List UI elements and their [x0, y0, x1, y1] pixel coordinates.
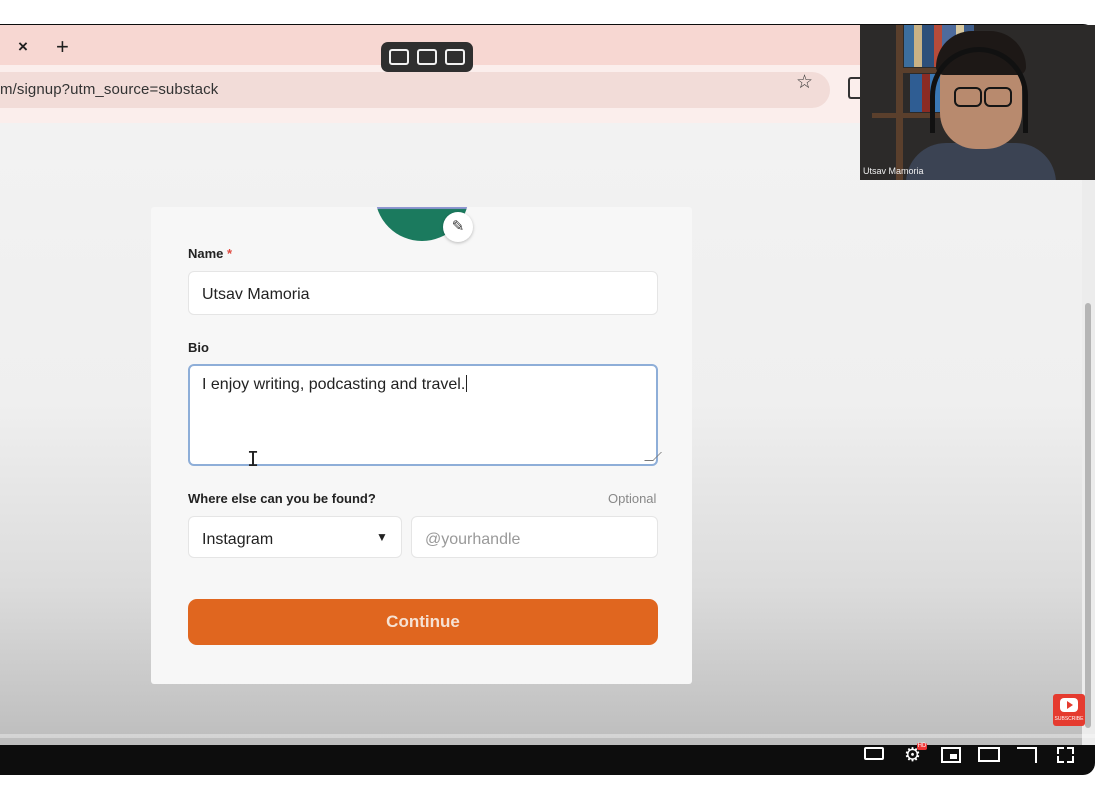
signup-card: ✎ Name * Utsav Mamoria Bio I enjoy writi…	[151, 207, 692, 684]
text-cursor-icon: I	[247, 447, 260, 471]
subscribe-label: SUBSCRIBE	[1054, 716, 1084, 722]
new-tab-button[interactable]: +	[56, 34, 69, 60]
handle-placeholder: @yourhandle	[425, 531, 521, 548]
page-scrollbar[interactable]	[1082, 123, 1095, 745]
subscribe-watermark[interactable]: SUBSCRIBE	[1053, 694, 1085, 726]
bookshelf	[896, 25, 903, 180]
continue-button[interactable]: Continue	[188, 599, 658, 645]
screen-share-toolbar	[381, 42, 473, 72]
miniplayer-icon[interactable]	[941, 747, 961, 763]
platform-select[interactable]: Instagram ▼	[188, 516, 402, 558]
close-tab-icon[interactable]: ×	[18, 37, 28, 57]
address-bar[interactable]: m/signup?utm_source=substack	[0, 72, 830, 108]
video-progress-bar[interactable]	[0, 734, 1095, 738]
video-effects-icon[interactable]	[417, 49, 437, 65]
bookmark-star-icon[interactable]: ☆	[796, 71, 813, 94]
name-input-value: Utsav Mamoria	[202, 286, 310, 303]
text-caret	[466, 375, 468, 392]
participant-name: Utsav Mamoria	[863, 166, 924, 176]
resize-handle-icon[interactable]	[644, 452, 662, 461]
handle-input[interactable]: @yourhandle	[411, 516, 658, 558]
notes-icon[interactable]	[445, 49, 465, 65]
hd-badge: HD	[917, 743, 927, 750]
required-asterisk: *	[227, 246, 233, 261]
bio-text: I enjoy writing, podcasting and travel.	[202, 375, 468, 394]
resize-icon[interactable]	[389, 49, 409, 65]
url-text: m/signup?utm_source=substack	[0, 81, 219, 98]
name-input[interactable]: Utsav Mamoria	[188, 271, 658, 315]
youtube-play-icon	[1060, 698, 1078, 712]
glasses	[954, 87, 1012, 107]
bio-label: Bio	[188, 340, 209, 355]
name-label: Name *	[188, 246, 232, 261]
platform-selected-value: Instagram	[202, 531, 274, 548]
webcam-overlay: Utsav Mamoria	[860, 25, 1095, 180]
bio-value: I enjoy writing, podcasting and travel.	[202, 376, 466, 393]
found-label: Where else can you be found?	[188, 491, 376, 506]
glasses-lens	[954, 87, 982, 107]
scrollbar-thumb[interactable]	[1085, 303, 1091, 728]
subtitles-icon[interactable]	[864, 747, 884, 760]
fullscreen-icon[interactable]	[1057, 747, 1074, 763]
dropdown-arrow-icon: ▼	[376, 530, 388, 544]
optional-label: Optional	[608, 491, 657, 506]
cast-icon[interactable]	[1017, 747, 1037, 763]
name-label-text: Name	[188, 246, 224, 261]
edit-avatar-button[interactable]: ✎	[443, 212, 473, 242]
glasses-lens	[984, 87, 1012, 107]
theater-mode-icon[interactable]	[978, 747, 1000, 762]
pencil-icon: ✎	[451, 218, 465, 235]
